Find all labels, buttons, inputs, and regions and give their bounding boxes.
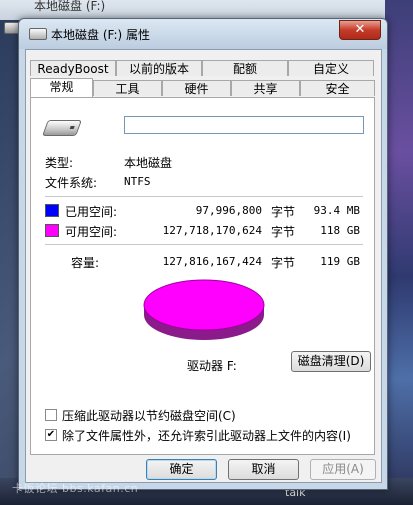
free-space-bytes: 127,718,170,624	[162, 224, 262, 237]
capacity-size: 119 GB	[320, 255, 360, 268]
ok-button[interactable]: 确定	[146, 459, 217, 480]
tab-sharing[interactable]: 共享	[231, 80, 300, 96]
pie-free-slice	[143, 279, 265, 331]
filesystem-value: NTFS	[124, 175, 151, 188]
dialog-title: 本地磁盘 (F:) 属性	[51, 28, 151, 42]
close-icon: ✕	[354, 22, 366, 37]
used-space-label: 已用空间:	[65, 205, 118, 219]
filesystem-label: 文件系统:	[45, 176, 98, 190]
background-window-titlebar: 本地磁盘 (F:)	[0, 0, 413, 20]
capacity-label: 容量:	[71, 256, 100, 270]
volume-name-input[interactable]	[124, 116, 364, 134]
used-space-size: 93.4 MB	[313, 204, 360, 217]
tab-customize[interactable]: 自定义	[288, 60, 374, 76]
index-checkbox[interactable]: ✔	[45, 429, 57, 441]
type-value: 本地磁盘	[124, 156, 173, 170]
free-space-unit: 字节	[271, 225, 296, 239]
drive-icon	[42, 120, 82, 136]
capacity-bytes: 127,816,167,424	[162, 255, 262, 268]
tab-security[interactable]: 安全	[300, 80, 375, 96]
watermark: 卡饭论坛 bbs.kafan.cn	[12, 482, 139, 495]
tab-general[interactable]: 常规	[30, 78, 93, 97]
cancel-button[interactable]: 取消	[228, 459, 299, 480]
tab-previous-versions[interactable]: 以前的版本	[116, 60, 202, 76]
free-space-label: 可用空间:	[65, 225, 118, 239]
drive-title-icon	[29, 28, 47, 40]
used-space-unit: 字节	[271, 205, 296, 219]
index-label: 除了文件属性外，还允许索引此驱动器上文件的内容(I)	[62, 429, 351, 443]
dialog-titlebar[interactable]: 本地磁盘 (F:) 属性 ✕	[19, 19, 387, 49]
close-button[interactable]: ✕	[339, 20, 381, 40]
used-space-swatch	[45, 204, 59, 217]
free-space-size: 118 GB	[320, 224, 360, 237]
dialog-client: ReadyBoost 以前的版本 配额 自定义 常规 工具 硬件 共享 安全 类…	[25, 49, 382, 483]
background-window-title: 本地磁盘 (F:)	[34, 0, 106, 13]
disk-usage-pie	[143, 279, 265, 340]
compress-label: 压缩此驱动器以节约磁盘空间(C)	[62, 409, 236, 423]
separator	[45, 196, 363, 197]
tab-hardware[interactable]: 硬件	[162, 80, 231, 96]
desktop-wallpaper	[385, 0, 413, 505]
general-tab-panel: 类型: 本地磁盘 文件系统: NTFS 已用空间: 97,996,800 字节 …	[30, 97, 375, 455]
drive-label: 驱动器 F:	[187, 359, 237, 373]
separator	[45, 244, 363, 245]
properties-dialog: 本地磁盘 (F:) 属性 ✕ ReadyBoost 以前的版本 配额 自定义 常…	[18, 18, 388, 490]
tab-readyboost[interactable]: ReadyBoost	[30, 60, 116, 76]
tab-tools[interactable]: 工具	[93, 80, 162, 96]
used-space-bytes: 97,996,800	[195, 204, 262, 217]
compress-checkbox[interactable]	[45, 409, 57, 421]
apply-button[interactable]: 应用(A)	[310, 459, 376, 480]
free-space-swatch	[45, 224, 59, 237]
type-label: 类型:	[45, 156, 74, 170]
capacity-unit: 字节	[271, 256, 296, 270]
disk-cleanup-button[interactable]: 磁盘清理(D)	[291, 351, 371, 372]
tab-quota[interactable]: 配额	[202, 60, 288, 76]
